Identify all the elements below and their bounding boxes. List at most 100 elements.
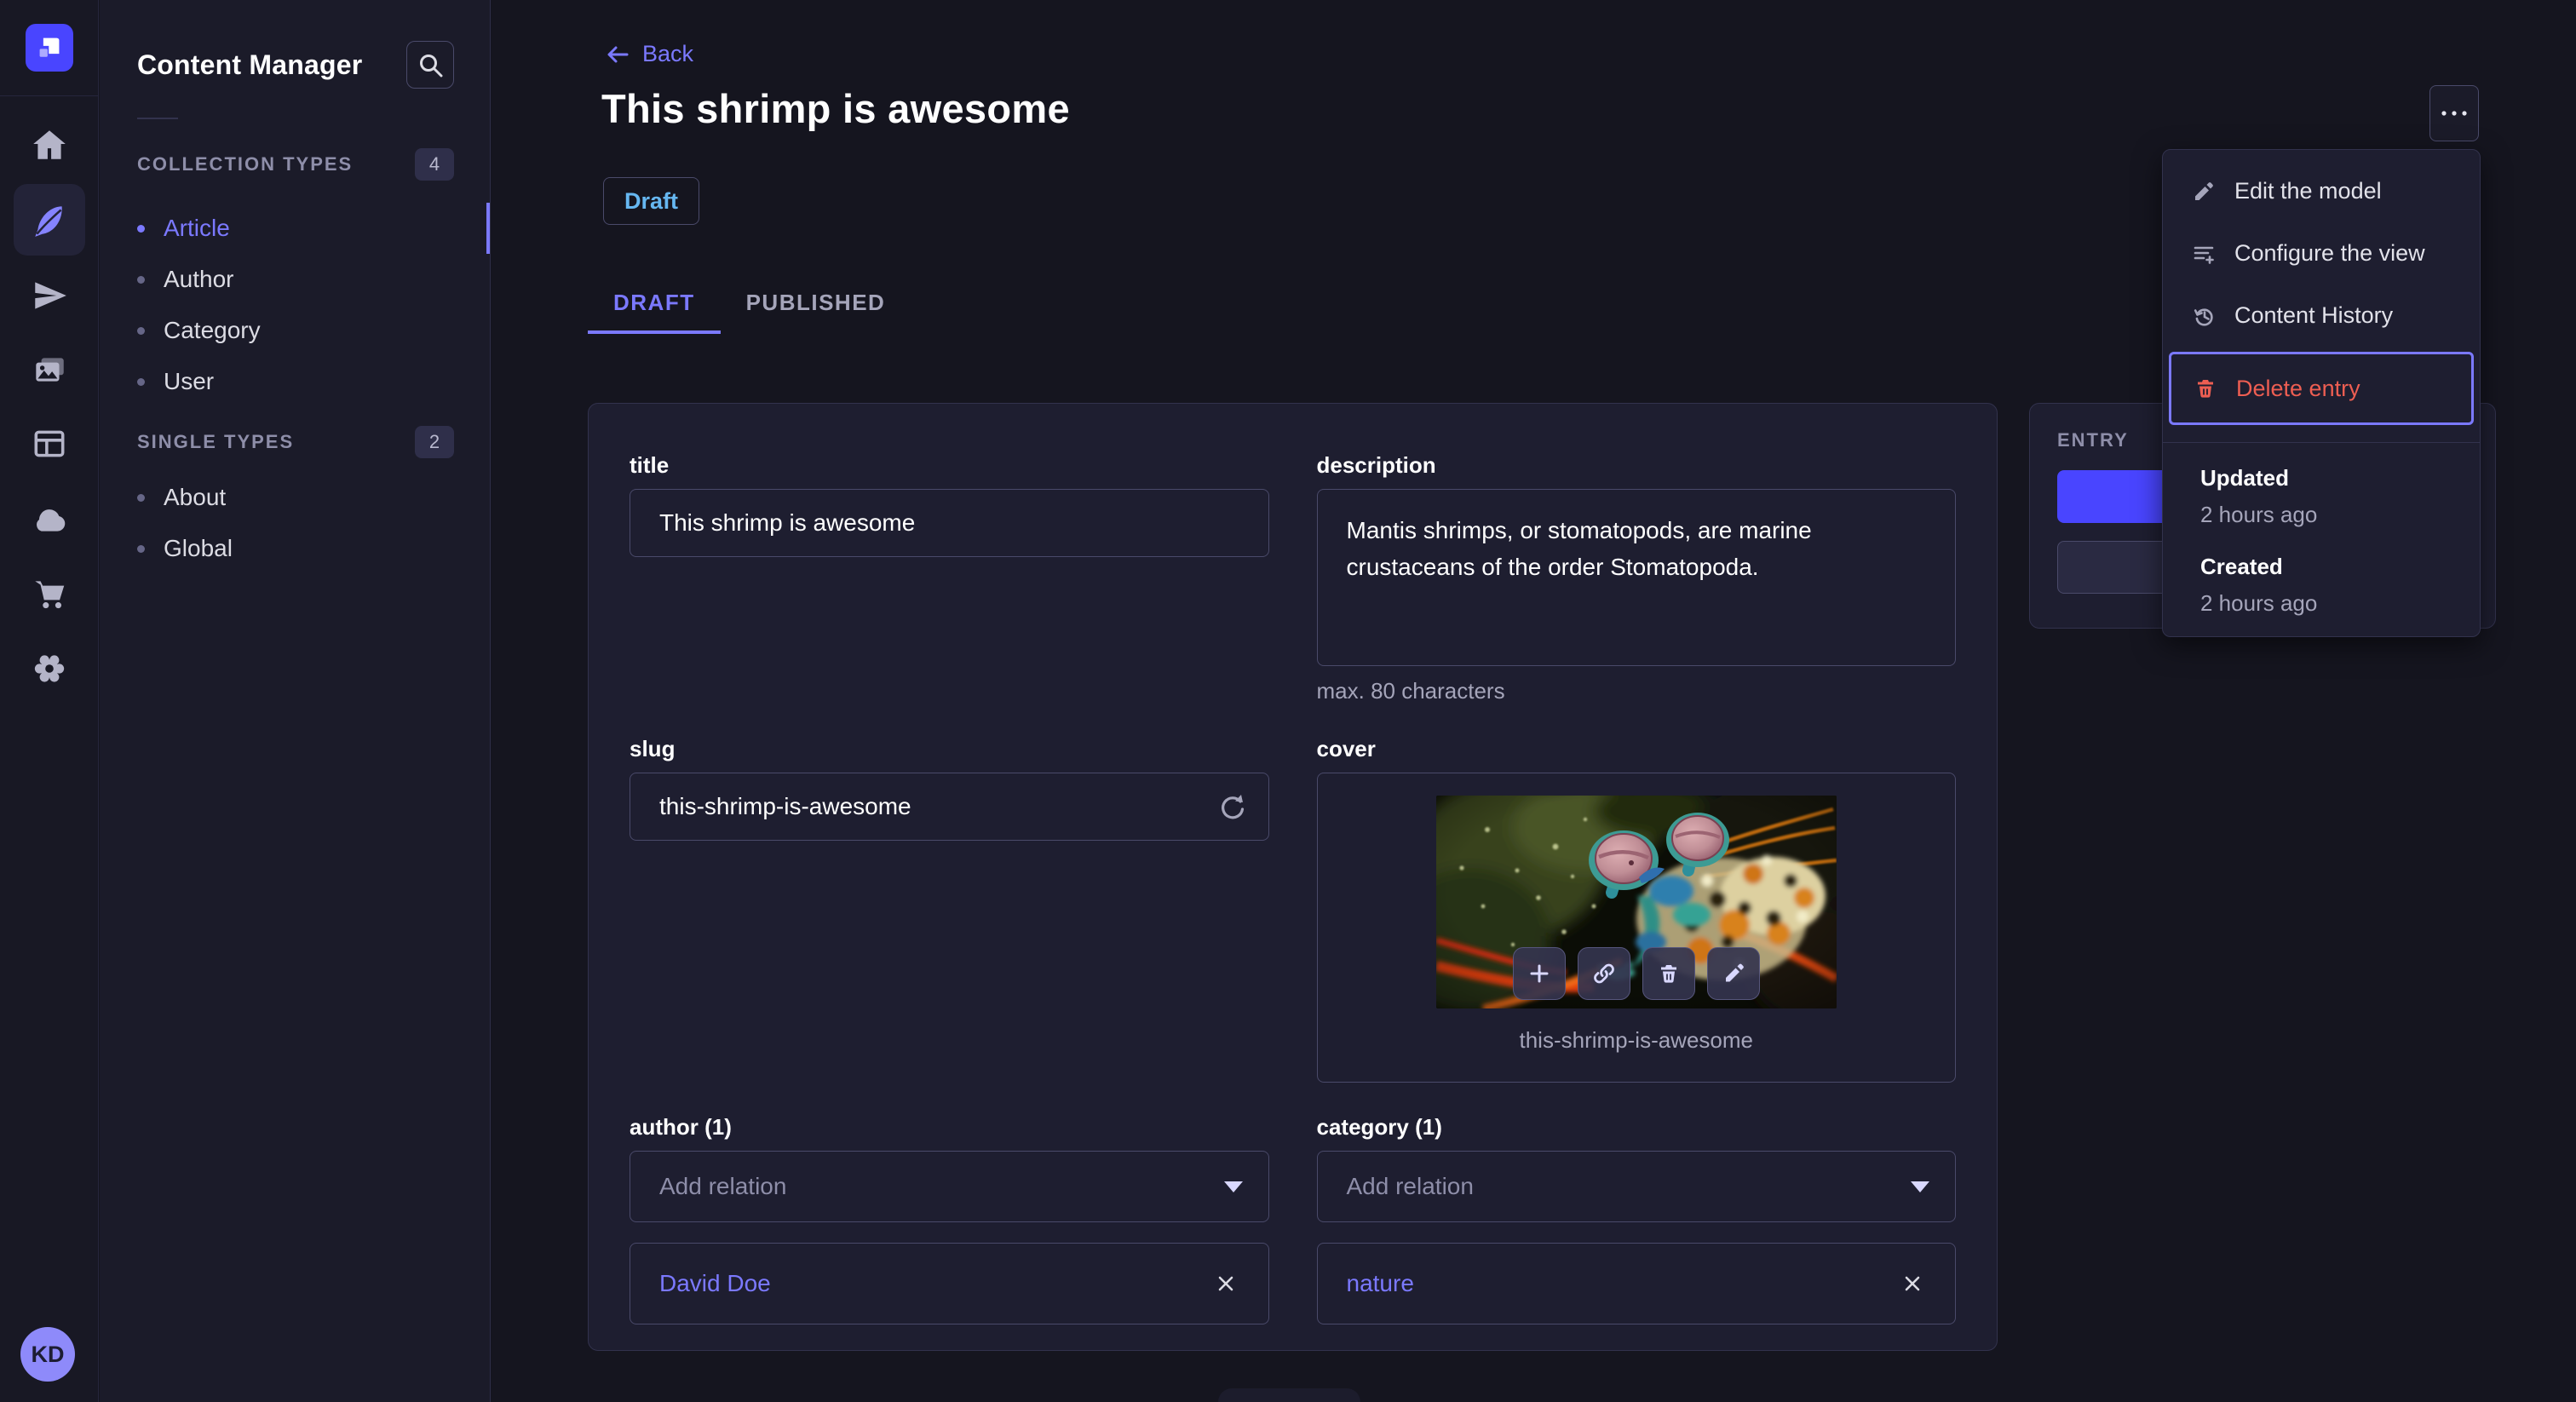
sidebar-item-label: Article (164, 215, 230, 241)
tab-draft[interactable]: DRAFT (588, 271, 721, 334)
home-icon (33, 130, 66, 159)
status-badge: Draft (603, 177, 700, 225)
bullet-icon (137, 377, 145, 386)
sidebar-item-label: Category (164, 317, 261, 343)
menu-item-edit-model[interactable]: Edit the model (2163, 160, 2480, 222)
tab-published-label: PUBLISHED (745, 289, 886, 315)
category-combobox-placeholder: Add relation (1346, 1173, 1474, 1199)
user-avatar[interactable]: KD (20, 1327, 75, 1382)
ellipsis-icon (2441, 111, 2467, 116)
sidebar-item-category[interactable]: Category (137, 307, 454, 354)
description-hint: max. 80 characters (1316, 678, 1505, 704)
created-value: 2 hours ago (2200, 590, 2318, 616)
sidebar-item-article[interactable]: Article (137, 204, 454, 252)
cover-media (1435, 796, 1837, 1008)
page-title: This shrimp is awesome (601, 86, 1070, 131)
slug-input[interactable]: this-shrimp-is-awesome (630, 773, 1269, 841)
nav-media-library-button[interactable] (14, 334, 85, 405)
category-relation-item: nature (1316, 1243, 1956, 1324)
bottom-widget-pill[interactable] (1218, 1388, 1360, 1402)
nav-content-manager-button[interactable] (14, 184, 85, 256)
created-label: Created (2200, 554, 2283, 579)
nav-release-button[interactable] (14, 260, 85, 331)
back-link[interactable]: Back (605, 41, 693, 67)
description-field: description Mantis shrimps, or stomatopo… (1316, 450, 1956, 704)
trash-icon (2198, 380, 2213, 398)
title-input[interactable]: This shrimp is awesome (630, 489, 1269, 557)
author-relation-link[interactable]: David Doe (659, 1270, 771, 1297)
nav-deploy-button[interactable] (14, 484, 85, 555)
close-icon (1905, 1276, 1920, 1291)
active-item-indicator (486, 203, 490, 254)
subnav-title: Content Manager (137, 49, 363, 80)
category-label: category (1) (1316, 1113, 1442, 1140)
bullet-icon (137, 493, 145, 502)
category-relation-link[interactable]: nature (1347, 1270, 1414, 1297)
remove-author-relation-button[interactable] (1209, 1267, 1243, 1301)
bullet-icon (137, 224, 145, 233)
plus-icon (1530, 964, 1549, 983)
marketplace-cart-icon (35, 581, 65, 609)
delete-asset-button[interactable] (1642, 947, 1695, 1000)
content-builder-icon (34, 430, 65, 457)
trash-icon (1660, 965, 1676, 983)
main-nav: KD (0, 0, 99, 1402)
search-button[interactable] (406, 41, 454, 89)
pencil-icon (2195, 181, 2213, 200)
title-value: This shrimp is awesome (659, 509, 916, 536)
content-manager-subnav: Content Manager COLLECTION TYPES 4 Artic… (100, 0, 491, 1402)
strapi-logo[interactable] (26, 24, 73, 72)
nav-home-button[interactable] (14, 109, 85, 181)
settings-gear-icon (34, 655, 65, 682)
nav-content-type-builder-button[interactable] (14, 408, 85, 480)
nav-marketplace-button[interactable] (14, 558, 85, 629)
nav-settings-button[interactable] (14, 633, 85, 704)
slug-value: this-shrimp-is-awesome (659, 793, 911, 819)
menu-item-delete-entry[interactable]: Delete entry (2169, 352, 2474, 425)
search-icon (420, 55, 443, 78)
cover-box: this-shrimp-is-awesome (1316, 773, 1956, 1083)
slug-label: slug (630, 735, 676, 761)
nav-divider (0, 95, 98, 96)
sidebar-item-global[interactable]: Global (137, 525, 454, 572)
copy-link-button[interactable] (1577, 947, 1630, 1000)
description-textarea[interactable]: Mantis shrimps, or stomatopods, are mari… (1316, 489, 1956, 666)
history-icon (2194, 307, 2213, 326)
arrow-left-icon (607, 46, 629, 62)
category-relation-combobox[interactable]: Add relation (1316, 1151, 1956, 1222)
add-asset-button[interactable] (1512, 947, 1566, 1000)
tab-published[interactable]: PUBLISHED (721, 271, 911, 334)
remove-category-relation-button[interactable] (1895, 1267, 1929, 1301)
link-icon (1593, 963, 1614, 984)
more-actions-button[interactable] (2429, 85, 2479, 141)
cloud-icon (37, 509, 66, 531)
sidebar-item-user[interactable]: User (137, 358, 454, 405)
version-tabs: DRAFT PUBLISHED (588, 271, 911, 334)
pencil-icon (1725, 963, 1744, 982)
bullet-icon (137, 275, 145, 284)
paper-plane-icon (35, 282, 66, 309)
refresh-icon (1221, 795, 1244, 819)
slug-field: slug this-shrimp-is-awesome (630, 733, 1269, 1083)
category-field: category (1) Add relation nature (1316, 1112, 1956, 1324)
chevron-down-icon (1911, 1181, 1929, 1192)
menu-item-configure-view[interactable]: Configure the view (2163, 222, 2480, 284)
edit-asset-button[interactable] (1706, 947, 1760, 1000)
close-icon (1218, 1276, 1233, 1291)
bullet-icon (137, 544, 145, 553)
regenerate-slug-button[interactable] (1212, 788, 1250, 825)
cover-field: cover this-shrimp-is-awesome (1316, 733, 1956, 1083)
menu-item-label: Delete entry (2236, 375, 2360, 401)
menu-item-label: Configure the view (2234, 240, 2425, 266)
menu-item-content-history[interactable]: Content History (2163, 284, 2480, 347)
sidebar-item-author[interactable]: Author (137, 256, 454, 303)
subnav-rule (137, 118, 178, 119)
author-relation-item: David Doe (630, 1243, 1269, 1324)
author-relation-combobox[interactable]: Add relation (630, 1151, 1269, 1222)
tab-draft-label: DRAFT (613, 289, 695, 315)
author-label: author (1) (630, 1113, 732, 1140)
title-label: title (630, 451, 670, 478)
description-value: Mantis shrimps, or stomatopods, are mari… (1346, 517, 1812, 581)
sidebar-item-about[interactable]: About (137, 474, 454, 521)
bullet-icon (137, 326, 145, 335)
